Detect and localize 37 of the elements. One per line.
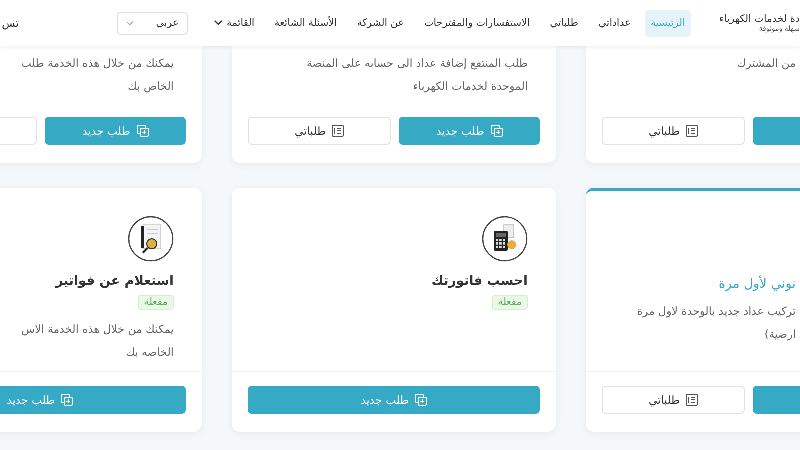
calculator-coin-icon <box>482 216 528 262</box>
nav-link[interactable]: طلباتي <box>544 10 585 36</box>
service-description: الموحدة لخدمات الكهرباء <box>412 79 528 95</box>
nav-link[interactable]: القائمة <box>208 10 261 36</box>
nav-link[interactable]: الاستفسارات والمقترحات <box>418 10 536 36</box>
list-icon <box>332 125 344 137</box>
nav-link[interactable]: عن الشركة <box>351 10 410 36</box>
service-description: الخاصه بك <box>125 345 174 361</box>
add-document-icon <box>490 125 503 137</box>
service-description: يمكنك من خلال هذه الخدمة طلب <box>21 56 174 72</box>
service-description: الخاص بك <box>127 79 174 95</box>
login-link[interactable]: تس <box>2 16 20 30</box>
service-title: نوني لأول مرة <box>718 277 796 292</box>
chevron-down-icon <box>214 20 223 26</box>
service-title: استعلام عن فواتير <box>56 274 174 289</box>
list-icon <box>686 394 698 406</box>
service-description: ارضية) <box>764 327 796 343</box>
status-badge: مفعلة <box>138 295 174 310</box>
brand-name: دة لخدمات الكهرباء <box>719 14 800 24</box>
add-document-icon <box>415 394 428 406</box>
service-description: طلب المنتفع إضافة عداد الى حسابه على المنصة <box>306 56 528 72</box>
add-document-icon <box>136 125 149 137</box>
chevron-down-icon <box>126 20 134 26</box>
nav-link[interactable]: الأسئلة الشائعة <box>268 10 344 36</box>
nav-link[interactable]: عداداتي <box>592 10 637 36</box>
list-icon <box>686 125 698 137</box>
service-title: احسب فاتورتك <box>432 274 528 289</box>
status-badge: مفعلة <box>492 295 528 310</box>
my-requests-button[interactable]: طلباتي <box>602 386 745 414</box>
service-description: من المشترك <box>737 56 796 72</box>
add-document-icon <box>61 394 74 406</box>
service-description: يمكنك من خلال هذه الخدمة الاس <box>22 322 174 338</box>
service-description: تركيب عداد جديد بالوحدة لاول مرة <box>637 304 796 320</box>
language-select[interactable]: عربي <box>117 12 188 34</box>
my-requests-button[interactable]: طلباتي <box>248 117 391 145</box>
my-requests-button[interactable]: طلباتي <box>602 117 745 145</box>
invoice-search-icon <box>128 216 174 262</box>
